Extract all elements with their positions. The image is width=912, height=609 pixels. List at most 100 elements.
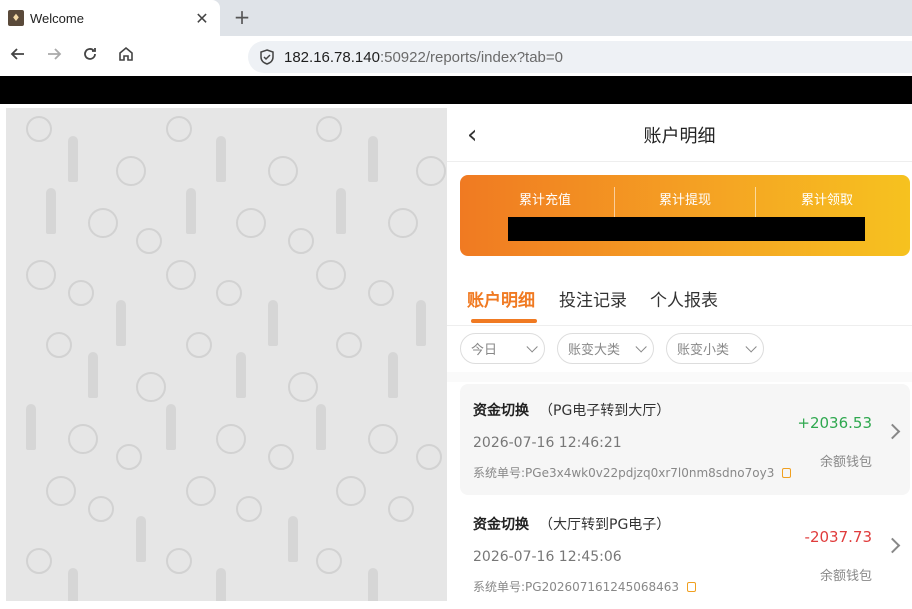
record-detail: （PG电子转到大厅） [539,403,671,419]
emblem-icon [68,424,98,454]
new-tab-button[interactable]: + [230,5,254,29]
back-arrow-icon[interactable] [0,45,36,68]
tab-title: Welcome [30,10,84,26]
record-tabs: 账户明细 投注记录 个人报表 [447,270,912,326]
trophy-icon [26,404,36,450]
record-wallet: 余额钱包 [819,569,872,584]
soccer-ball-icon [26,116,52,142]
chevron-right-icon [884,423,901,440]
soccer-ball-icon [166,116,192,142]
soccer-ball-icon [416,444,442,470]
soccer-ball-icon [388,496,414,522]
trophy-icon [216,568,226,601]
soccer-ball-icon [166,548,192,574]
trophy-icon [388,352,398,398]
emblem-icon [236,208,266,238]
category-filter-dropdown[interactable]: 账变大类 [557,333,654,364]
soccer-ball-icon [368,280,394,306]
record-wallet: 余额钱包 [819,455,872,470]
summary-card: 累计充值 累计提现 累计领取 [460,175,910,256]
trophy-icon [46,188,56,234]
soccer-ball-icon [336,332,362,358]
emblem-icon [288,372,318,402]
tab-personal-report[interactable]: 个人报表 [650,286,718,311]
soccer-ball-icon [136,228,162,254]
tab-bet-records[interactable]: 投注记录 [559,286,627,311]
chevron-right-icon [884,537,901,554]
close-tab-icon[interactable]: ✕ [192,9,212,28]
trophy-icon [186,188,196,234]
trophy-icon [116,300,126,346]
page-header: ‹ 账户明细 [447,108,912,162]
soccer-ball-icon [216,280,242,306]
emblem-icon [416,156,446,186]
forward-arrow-icon[interactable] [36,45,72,68]
site-info-icon[interactable] [258,48,276,66]
emblem-icon [136,372,166,402]
account-details-panel: ‹ 账户明细 累计充值 累计提现 累计领取 账户明细 投注记录 个人报表 今日 … [447,108,912,609]
copy-icon[interactable] [687,582,697,592]
trophy-icon [166,404,176,450]
trophy-icon [216,136,226,182]
trophy-icon [316,404,326,450]
emblem-icon [166,260,196,290]
record-order: 系统单号:PGe3x4wk0v22pdjzq0xr7l0nm8sdno7oy3 [473,464,792,481]
emblem-icon [216,424,246,454]
list-item[interactable]: 资金切换 （PG电子转到大厅） 2026-07-16 12:46:21 系统单号:… [460,384,910,495]
trophy-icon [368,136,378,182]
back-chevron-icon[interactable]: ‹ [467,120,477,150]
emblem-icon [336,476,366,506]
redacted-amounts [508,217,865,241]
trophy-icon [236,352,246,398]
emblem-icon [316,260,346,290]
emblem-icon [268,156,298,186]
soccer-ball-icon [268,444,294,470]
home-icon[interactable] [108,45,144,68]
emblem-icon [186,476,216,506]
browser-toolbar: 182.16.78.140:50922/reports/index?tab=0 [0,36,912,76]
trophy-icon [416,300,426,346]
record-amount: +2036.53 [797,414,872,432]
redacted-banner [0,76,912,104]
active-tab-indicator [471,319,537,323]
emblem-icon [26,260,56,290]
list-item[interactable]: 资金切换 （大厅转到PG电子） 2026-07-16 12:45:06 系统单号:… [460,498,910,609]
background-watermark-panel [6,108,447,601]
record-type: 资金切换 [473,403,529,419]
copy-icon[interactable] [782,468,792,478]
record-detail: （大厅转到PG电子） [539,517,671,533]
emblem-icon [46,476,76,506]
record-type: 资金切换 [473,517,529,533]
url-path: :50922/reports/index?tab=0 [379,48,563,66]
soccer-ball-icon [68,280,94,306]
soccer-ball-icon [186,332,212,358]
chevron-down-icon [635,340,647,353]
chevron-down-icon [745,340,757,353]
trophy-icon [268,300,278,346]
soccer-ball-icon [116,444,142,470]
soccer-ball-icon [26,548,52,574]
summary-total-deposit: 累计充值 [518,193,571,208]
trophy-icon [288,516,298,562]
soccer-ball-icon [316,548,342,574]
record-time: 2026-07-16 12:45:06 [473,549,622,565]
summary-total-withdraw: 累计提现 [658,193,711,208]
date-filter-dropdown[interactable]: 今日 [460,333,545,364]
trophy-icon [88,352,98,398]
filter-bar: 今日 账变大类 账变小类 [447,326,912,372]
record-time: 2026-07-16 12:46:21 [473,435,622,451]
emblem-icon [116,156,146,186]
trophy-icon [368,568,378,601]
url-host: 182.16.78.140 [284,48,380,66]
reload-icon[interactable] [72,45,108,68]
trophy-icon [136,516,146,562]
chevron-down-icon [526,340,538,353]
summary-total-claimed: 累计领取 [800,193,853,208]
browser-tab[interactable]: ♦ Welcome ✕ [0,0,220,36]
subcategory-filter-dropdown[interactable]: 账变小类 [666,333,764,364]
trophy-icon [68,136,78,182]
address-bar[interactable]: 182.16.78.140:50922/reports/index?tab=0 [248,41,912,73]
browser-tab-strip: ♦ Welcome ✕ + [0,0,912,36]
tab-account-details[interactable]: 账户明细 [467,286,535,311]
site-favicon-icon: ♦ [8,10,24,26]
